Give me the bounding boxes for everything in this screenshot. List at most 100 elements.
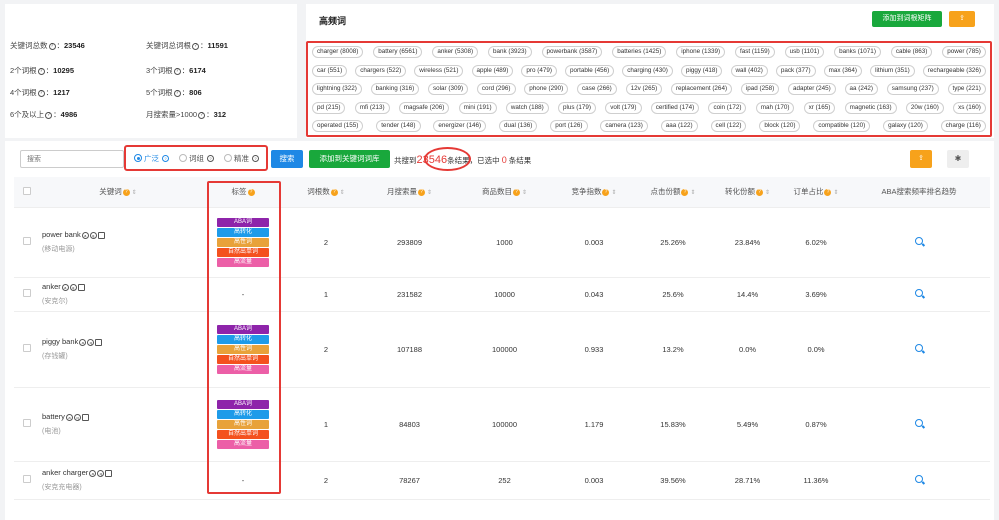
high-frequency-chip[interactable]: power (785)	[942, 46, 986, 59]
search-icon[interactable]: q	[69, 283, 77, 291]
high-frequency-chip[interactable]: chargers (522)	[355, 64, 407, 77]
high-frequency-chip[interactable]: battery (6561)	[373, 46, 423, 59]
sort-icon[interactable]: ⇕	[833, 190, 838, 196]
sort-icon[interactable]: ⇕	[690, 190, 695, 196]
help-icon[interactable]: ?	[37, 67, 45, 75]
copy-icon[interactable]	[105, 469, 113, 477]
high-frequency-chip[interactable]: magsafe (206)	[398, 101, 450, 114]
high-frequency-chip[interactable]: piggy (418)	[680, 64, 723, 77]
row-checkbox[interactable]	[22, 289, 31, 297]
high-frequency-chip[interactable]: phone (290)	[524, 83, 569, 96]
header-competition[interactable]: 竞争指数? ⇕	[553, 177, 635, 208]
radio-exact[interactable]: 精准?	[224, 153, 259, 164]
high-frequency-chip[interactable]: anker (5308)	[432, 46, 479, 59]
high-frequency-chip[interactable]: operated (155)	[312, 120, 364, 133]
trend-zoom-icon[interactable]	[915, 237, 923, 245]
high-frequency-chip[interactable]: wall (402)	[730, 64, 768, 77]
amazon-icon[interactable]: a	[81, 231, 89, 239]
trend-zoom-icon[interactable]	[915, 344, 923, 352]
high-frequency-chip[interactable]: iphone (1339)	[676, 46, 726, 59]
high-frequency-chip[interactable]: banking (316)	[370, 83, 420, 96]
add-to-keyword-library-button[interactable]: 添加到关键词词库	[309, 150, 390, 168]
header-conversion-share[interactable]: 转化份额? ⇕	[711, 177, 784, 208]
upload-button[interactable]: ⇪	[949, 11, 975, 27]
help-icon[interactable]: ?	[173, 89, 181, 97]
high-frequency-chip[interactable]: xr (165)	[803, 101, 836, 114]
high-frequency-chip[interactable]: powerbank (3587)	[541, 46, 603, 59]
header-keyword[interactable]: 关键词? ⇕	[39, 177, 197, 208]
high-frequency-chip[interactable]: rechargeable (326)	[922, 64, 986, 77]
keyword-text[interactable]: anker	[42, 282, 61, 291]
row-checkbox[interactable]	[22, 475, 31, 483]
help-icon[interactable]: ?	[252, 154, 259, 162]
search-icon[interactable]: q	[97, 469, 105, 477]
high-frequency-chip[interactable]: mini (191)	[458, 101, 497, 114]
high-frequency-chip[interactable]: type (221)	[947, 83, 986, 96]
high-frequency-chip[interactable]: pro (479)	[521, 64, 557, 77]
high-frequency-chip[interactable]: charge (116)	[940, 120, 986, 133]
help-icon[interactable]: ?	[198, 111, 206, 119]
high-frequency-chip[interactable]: aaa (122)	[660, 120, 698, 133]
header-roots[interactable]: 词根数? ⇕	[289, 177, 363, 208]
amazon-icon[interactable]: a	[79, 338, 87, 346]
high-frequency-chip[interactable]: portable (456)	[565, 64, 615, 77]
row-checkbox[interactable]	[22, 419, 31, 427]
high-frequency-chip[interactable]: dual (136)	[498, 120, 538, 133]
high-frequency-chip[interactable]: bank (3923)	[487, 46, 532, 59]
copy-icon[interactable]	[97, 231, 105, 239]
high-frequency-chip[interactable]: usb (1101)	[784, 46, 825, 59]
high-frequency-chip[interactable]: compatible (120)	[813, 120, 871, 133]
search-icon[interactable]: q	[89, 231, 97, 239]
help-icon[interactable]: ?	[162, 154, 169, 162]
amazon-icon[interactable]: a	[65, 413, 73, 421]
keyword-text[interactable]: battery	[42, 412, 65, 421]
search-input[interactable]	[20, 150, 124, 168]
sort-icon[interactable]: ⇕	[427, 190, 432, 196]
high-frequency-chip[interactable]: max (364)	[823, 64, 863, 77]
sort-icon[interactable]: ⇕	[132, 190, 137, 196]
high-frequency-chip[interactable]: galaxy (120)	[883, 120, 928, 133]
help-icon[interactable]: ?	[207, 154, 214, 162]
search-icon[interactable]: q	[73, 413, 81, 421]
high-frequency-chip[interactable]: car (551)	[312, 64, 348, 77]
high-frequency-chip[interactable]: banks (1071)	[834, 46, 881, 59]
select-all-checkbox[interactable]	[22, 186, 31, 195]
high-frequency-chip[interactable]: case (266)	[577, 83, 617, 96]
header-products[interactable]: 商品数目? ⇕	[456, 177, 553, 208]
search-button[interactable]: 搜索	[271, 150, 303, 168]
high-frequency-chip[interactable]: lithium (351)	[870, 64, 915, 77]
copy-icon[interactable]	[81, 413, 89, 421]
search-icon[interactable]: q	[87, 338, 95, 346]
help-icon[interactable]: ?	[173, 67, 181, 75]
keyword-text[interactable]: anker charger	[42, 468, 88, 477]
high-frequency-chip[interactable]: port (126)	[550, 120, 588, 133]
sort-icon[interactable]: ⇕	[611, 190, 616, 196]
high-frequency-chip[interactable]: fast (1159)	[735, 46, 775, 59]
high-frequency-chip[interactable]: block (120)	[759, 120, 801, 133]
copy-icon[interactable]	[95, 338, 103, 346]
upload-button[interactable]: ⇪	[910, 150, 932, 168]
row-checkbox[interactable]	[22, 237, 31, 245]
help-icon[interactable]: ?	[192, 42, 199, 50]
high-frequency-chip[interactable]: energizer (146)	[433, 120, 487, 133]
header-order-share[interactable]: 订单占比? ⇕	[784, 177, 848, 208]
settings-button[interactable]: ✱	[947, 150, 969, 168]
high-frequency-chip[interactable]: volt (179)	[605, 101, 642, 114]
high-frequency-chip[interactable]: camera (123)	[600, 120, 648, 133]
high-frequency-chip[interactable]: batteries (1425)	[612, 46, 667, 59]
sort-icon[interactable]: ⇕	[340, 190, 345, 196]
high-frequency-chip[interactable]: adapter (245)	[787, 83, 836, 96]
sort-icon[interactable]: ⇕	[522, 190, 527, 196]
high-frequency-chip[interactable]: mfi (213)	[354, 101, 390, 114]
high-frequency-chip[interactable]: charger (8008)	[312, 46, 364, 59]
high-frequency-chip[interactable]: plus (179)	[558, 101, 597, 114]
high-frequency-chip[interactable]: pack (377)	[775, 64, 816, 77]
help-icon[interactable]: ?	[37, 89, 45, 97]
high-frequency-chip[interactable]: coin (172)	[708, 101, 747, 114]
high-frequency-chip[interactable]: xs (160)	[953, 101, 986, 114]
help-icon[interactable]: ?	[45, 111, 53, 119]
high-frequency-chip[interactable]: certified (174)	[650, 101, 700, 114]
high-frequency-chip[interactable]: charging (430)	[622, 64, 673, 77]
high-frequency-chip[interactable]: replacement (264)	[670, 83, 733, 96]
radio-phrase[interactable]: 词组?	[179, 153, 214, 164]
